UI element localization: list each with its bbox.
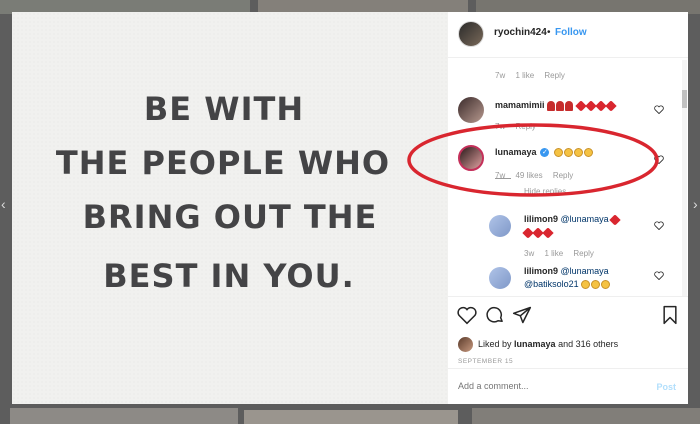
quote-line: BEST IN YOU. (103, 257, 355, 295)
hide-replies-button[interactable]: Hide replies (524, 187, 566, 196)
comment-meta: 7w Reply (495, 122, 536, 131)
small-heart-icon[interactable] (654, 155, 664, 164)
reply-button[interactable]: Reply (553, 171, 573, 180)
mention-link[interactable]: @lunamaya (561, 266, 609, 276)
comment-text: lilimon9 @lunamaya @batiksolo21 (524, 265, 644, 291)
emoji-sequence (553, 146, 594, 159)
background-thumbnail (244, 410, 458, 424)
commenter-avatar[interactable] (489, 267, 511, 289)
quote-line: BE WITH (143, 90, 305, 128)
commenter-username[interactable]: lilimon9 (524, 266, 558, 276)
commenter-avatar[interactable] (458, 97, 484, 123)
verified-icon: ✓ (540, 148, 550, 158)
heart-icon[interactable] (457, 305, 477, 325)
commenter-username[interactable]: lunamaya (495, 147, 537, 157)
small-heart-icon[interactable] (654, 271, 664, 280)
share-icon[interactable] (512, 305, 532, 325)
comment-text: mamamimii (495, 99, 617, 112)
next-arrow-icon[interactable]: › (693, 196, 698, 212)
comment-likes[interactable]: 1 like (515, 71, 534, 80)
mention-link[interactable]: @lunamaya (561, 214, 609, 224)
post-actions: Liked by lunamaya and 316 others (448, 296, 688, 352)
comment-meta: 7w 1 like Reply (495, 71, 565, 80)
comment-likes[interactable]: 1 like (544, 249, 563, 258)
liked-by-avatar[interactable] (458, 337, 473, 352)
mention-link[interactable]: @batiksolo21 (524, 279, 579, 289)
reply-button[interactable]: Reply (515, 122, 535, 131)
prev-arrow-icon[interactable]: ‹ (1, 196, 6, 212)
comments-scrollbar[interactable] (682, 60, 687, 296)
post-button[interactable]: Post (656, 382, 676, 392)
hide-replies-line (495, 178, 511, 179)
emoji-sequence (547, 99, 617, 112)
liked-by-others[interactable]: and 316 others (558, 339, 618, 349)
comment-icon[interactable] (485, 305, 505, 325)
reply-button[interactable]: Reply (544, 71, 564, 80)
author-avatar[interactable] (458, 21, 484, 47)
add-comment-bar: Post (448, 368, 688, 404)
quote-line: BRING OUT THE (82, 198, 378, 236)
comment-text: lilimon9 @lunamaya (522, 213, 644, 239)
commenter-avatar[interactable] (458, 145, 484, 171)
bookmark-icon[interactable] (660, 305, 680, 325)
comment-time: 7w (495, 71, 506, 80)
comment-text: lunamaya ✓ (495, 146, 594, 159)
commenter-username[interactable]: mamamimii (495, 100, 545, 110)
background-thumbnail (10, 408, 238, 424)
comment-meta: 3w 1 like Reply (524, 249, 594, 258)
post-image: BE WITH THE PEOPLE WHO BRING OUT THE BES… (12, 12, 448, 404)
commenter-username[interactable]: lilimon9 (524, 214, 558, 224)
comment-time: 7w (495, 122, 506, 131)
scrollbar-thumb[interactable] (682, 90, 687, 108)
post-date: SEPTEMBER 15 (458, 358, 514, 365)
liked-by-text: Liked by lunamaya and 316 others (478, 339, 618, 349)
comment-time: 3w (524, 249, 535, 258)
commenter-avatar[interactable] (489, 215, 511, 237)
liked-by-user[interactable]: lunamaya (514, 339, 556, 349)
comment-input[interactable] (458, 381, 638, 391)
small-heart-icon[interactable] (654, 105, 664, 114)
background-thumbnail (472, 408, 700, 424)
comments-list[interactable]: 7w 1 like Reply mamamimii 7w Reply lunam… (448, 59, 688, 295)
reply-button[interactable]: Reply (573, 249, 593, 258)
small-heart-icon[interactable] (654, 221, 664, 230)
comment-likes[interactable]: 49 likes (515, 171, 542, 180)
follow-button[interactable]: Follow (555, 27, 587, 38)
quote-line: THE PEOPLE WHO (55, 144, 391, 182)
author-username[interactable]: ryochin424 (494, 27, 547, 38)
separator-dot: • (547, 27, 551, 38)
liked-by-prefix: Liked by (478, 339, 512, 349)
emoji-sequence (581, 278, 611, 291)
post-header: ryochin424 • Follow (448, 12, 688, 58)
post-side-panel: ryochin424 • Follow 7w 1 like Reply mama… (448, 12, 688, 404)
